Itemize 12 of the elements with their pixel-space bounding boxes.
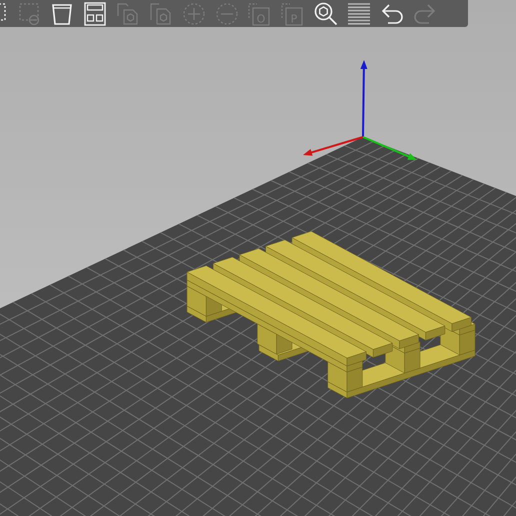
search-button[interactable] xyxy=(312,1,340,26)
undo-icon xyxy=(380,2,404,26)
bucket-icon xyxy=(50,2,74,26)
layers-icon xyxy=(347,2,371,26)
redo-icon xyxy=(413,2,437,26)
arrange-icon xyxy=(83,2,107,26)
paste-icon xyxy=(149,2,173,26)
copy-icon xyxy=(116,2,140,26)
layers-button[interactable] xyxy=(345,1,373,26)
search-icon xyxy=(314,2,338,26)
remove-icon xyxy=(215,2,239,26)
delete-icon xyxy=(17,2,41,26)
